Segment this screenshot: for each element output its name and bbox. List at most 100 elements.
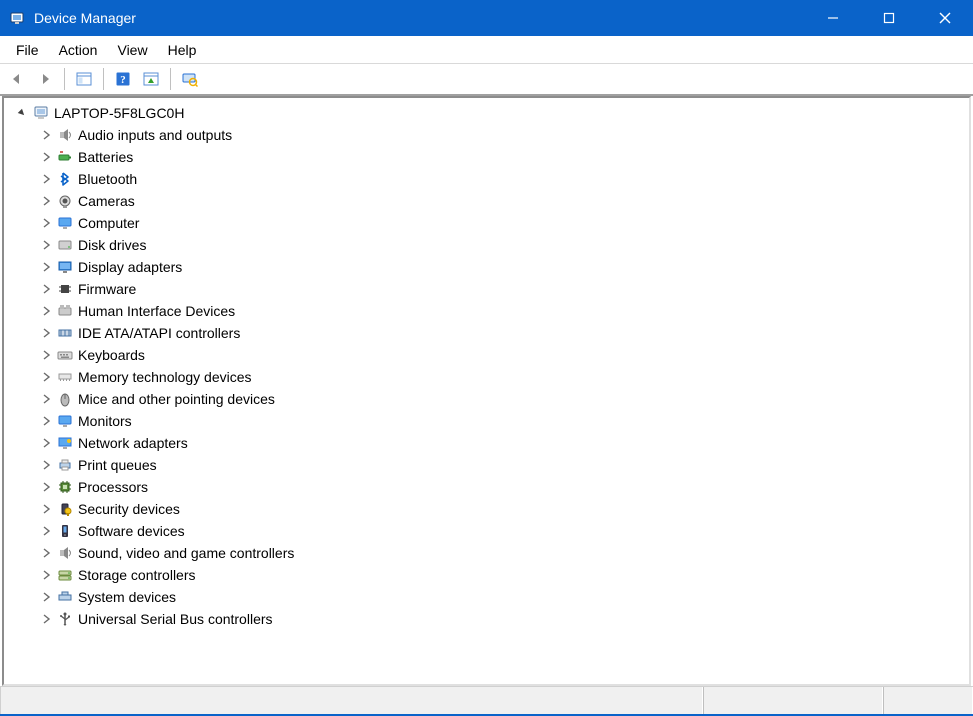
tree-category-node[interactable]: Computer: [34, 212, 969, 234]
scan-hardware-button[interactable]: [177, 66, 203, 92]
tree-category-node[interactable]: Cameras: [34, 190, 969, 212]
category-label: Audio inputs and outputs: [78, 127, 232, 143]
expander-icon[interactable]: [38, 259, 54, 275]
category-label: Keyboards: [78, 347, 145, 363]
expander-icon[interactable]: [38, 589, 54, 605]
expander-icon[interactable]: [38, 215, 54, 231]
system-icon: [56, 588, 74, 606]
mouse-icon: [56, 390, 74, 408]
category-label: Memory technology devices: [78, 369, 252, 385]
tree-category-node[interactable]: Bluetooth: [34, 168, 969, 190]
minimize-button[interactable]: [805, 0, 861, 36]
ide-icon: [56, 324, 74, 342]
disk-icon: [56, 236, 74, 254]
category-label: Storage controllers: [78, 567, 196, 583]
category-label: Security devices: [78, 501, 180, 517]
tree-root-node[interactable]: LAPTOP-5F8LGC0H: [10, 102, 969, 124]
category-label: Network adapters: [78, 435, 188, 451]
tree-category-node[interactable]: Security devices: [34, 498, 969, 520]
tree-category-node[interactable]: Memory technology devices: [34, 366, 969, 388]
tree-category-node[interactable]: Display adapters: [34, 256, 969, 278]
category-label: Computer: [78, 215, 139, 231]
speaker-icon: [56, 544, 74, 562]
close-button[interactable]: [917, 0, 973, 36]
security-icon: [56, 500, 74, 518]
category-label: Display adapters: [78, 259, 182, 275]
category-label: Universal Serial Bus controllers: [78, 611, 273, 627]
properties-button[interactable]: [138, 66, 164, 92]
tree-category-node[interactable]: Mice and other pointing devices: [34, 388, 969, 410]
tree-category-node[interactable]: Network adapters: [34, 432, 969, 454]
help-button[interactable]: ?: [110, 66, 136, 92]
show-hide-console-tree-button[interactable]: [71, 66, 97, 92]
expander-icon[interactable]: [38, 413, 54, 429]
expander-icon[interactable]: [38, 435, 54, 451]
expander-icon[interactable]: [38, 325, 54, 341]
expander-icon[interactable]: [38, 501, 54, 517]
category-label: System devices: [78, 589, 176, 605]
tree-category-node[interactable]: Software devices: [34, 520, 969, 542]
forward-button[interactable]: [32, 66, 58, 92]
tree-category-node[interactable]: Human Interface Devices: [34, 300, 969, 322]
display-icon: [56, 258, 74, 276]
category-label: Mice and other pointing devices: [78, 391, 275, 407]
expander-icon[interactable]: [38, 457, 54, 473]
expander-icon[interactable]: [38, 391, 54, 407]
expander-icon[interactable]: [38, 611, 54, 627]
menu-file[interactable]: File: [6, 39, 49, 61]
network-icon: [56, 434, 74, 452]
titlebar: Device Manager: [0, 0, 973, 36]
tree-category-node[interactable]: System devices: [34, 586, 969, 608]
menu-help[interactable]: Help: [158, 39, 207, 61]
tree-category-node[interactable]: Keyboards: [34, 344, 969, 366]
category-label: Cameras: [78, 193, 135, 209]
expander-icon[interactable]: [38, 567, 54, 583]
expander-icon[interactable]: [38, 523, 54, 539]
cpu-icon: [56, 478, 74, 496]
device-tree[interactable]: LAPTOP-5F8LGC0H Audio inputs and outputs…: [2, 96, 971, 686]
tree-category-node[interactable]: Sound, video and game controllers: [34, 542, 969, 564]
keyboard-icon: [56, 346, 74, 364]
monitor-icon: [56, 412, 74, 430]
window-buttons: [805, 0, 973, 36]
category-label: Processors: [78, 479, 148, 495]
chip-icon: [56, 280, 74, 298]
category-label: Firmware: [78, 281, 136, 297]
back-button[interactable]: [4, 66, 30, 92]
expander-icon[interactable]: [38, 479, 54, 495]
expander-icon[interactable]: [38, 303, 54, 319]
tree-category-node[interactable]: Monitors: [34, 410, 969, 432]
tree-category-node[interactable]: Universal Serial Bus controllers: [34, 608, 969, 630]
tree-category-node[interactable]: Disk drives: [34, 234, 969, 256]
tree-category-node[interactable]: Firmware: [34, 278, 969, 300]
expander-icon[interactable]: [38, 545, 54, 561]
status-panel-main: [0, 687, 703, 714]
toolbar-separator: [103, 68, 104, 90]
usb-icon: [56, 610, 74, 628]
memory-icon: [56, 368, 74, 386]
category-label: Sound, video and game controllers: [78, 545, 294, 561]
expander-icon[interactable]: [38, 369, 54, 385]
tree-category-node[interactable]: Batteries: [34, 146, 969, 168]
menu-action[interactable]: Action: [49, 39, 108, 61]
tree-category-node[interactable]: Audio inputs and outputs: [34, 124, 969, 146]
tree-category-node[interactable]: Print queues: [34, 454, 969, 476]
tree-category-node[interactable]: Storage controllers: [34, 564, 969, 586]
expander-icon[interactable]: [14, 105, 30, 121]
menu-view[interactable]: View: [107, 39, 157, 61]
statusbar: [0, 686, 973, 714]
expander-icon[interactable]: [38, 193, 54, 209]
category-label: Human Interface Devices: [78, 303, 235, 319]
category-label: Print queues: [78, 457, 157, 473]
tree-category-node[interactable]: IDE ATA/ATAPI controllers: [34, 322, 969, 344]
category-label: IDE ATA/ATAPI controllers: [78, 325, 240, 341]
expander-icon[interactable]: [38, 127, 54, 143]
expander-icon[interactable]: [38, 171, 54, 187]
expander-icon[interactable]: [38, 347, 54, 363]
expander-icon[interactable]: [38, 149, 54, 165]
expander-icon[interactable]: [38, 281, 54, 297]
tree-category-node[interactable]: Processors: [34, 476, 969, 498]
software-icon: [56, 522, 74, 540]
maximize-button[interactable]: [861, 0, 917, 36]
expander-icon[interactable]: [38, 237, 54, 253]
